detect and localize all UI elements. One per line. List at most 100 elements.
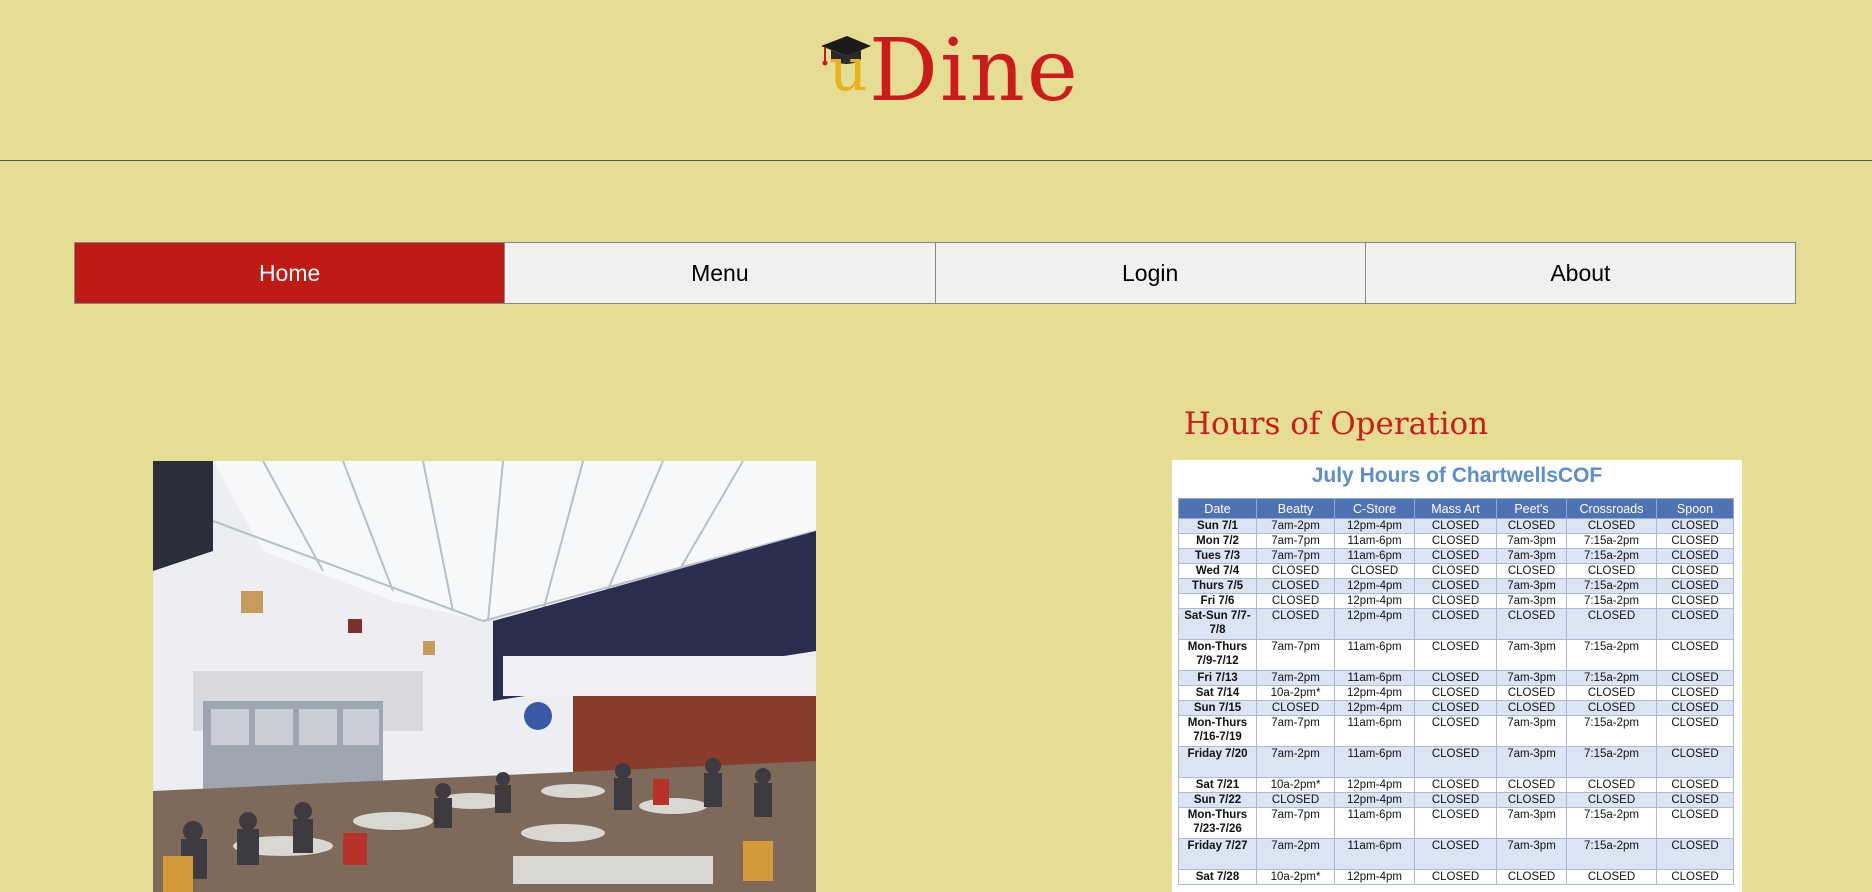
hours-cell: 7am-2pm [1256,746,1335,778]
hours-cell: CLOSED [1256,608,1335,640]
hours-cell: 7am-3pm [1496,746,1567,778]
hours-cell: 7:15a-2pm [1566,838,1657,870]
date-cell: Mon 7/2 [1178,533,1257,549]
hours-cell: 7am-3pm [1496,639,1567,671]
udine-logo[interactable]: u Dine [815,22,1078,122]
table-row: Fri 7/6 CLOSED 12pm-4pm CLOSED 7am-3pm 7:15a-… [1178,593,1734,609]
hours-cell: CLOSED [1656,593,1734,609]
logo-word-dine: Dine [869,21,1080,121]
hours-cell: CLOSED [1496,608,1567,640]
hours-cell: 7am-3pm [1496,715,1567,747]
hours-cell: CLOSED [1656,639,1734,671]
date-cell: Sat 7/14 [1178,685,1257,701]
date-cell: Tues 7/3 [1178,548,1257,564]
hours-cell: CLOSED [1414,777,1497,793]
table-row: Mon 7/2 7am-7pm 11am-6pm CLOSED 7am-3pm 7:15a… [1178,533,1734,549]
hours-cell: CLOSED [1256,578,1335,594]
table-row: Sat 7/21 10a-2pm* 12pm-4pm CLOSED CLOSED CLOS… [1178,777,1734,793]
hours-cell: CLOSED [1656,670,1734,686]
hours-cell: 12pm-4pm [1334,700,1415,716]
hours-cell: 7am-2pm [1256,518,1335,534]
hours-cell: CLOSED [1656,700,1734,716]
date-cell: Thurs 7/5 [1178,578,1257,594]
hours-cell: CLOSED [1414,533,1497,549]
hours-cell: 12pm-4pm [1334,608,1415,640]
hours-cell: CLOSED [1656,533,1734,549]
hours-cell: CLOSED [1656,563,1734,579]
hours-cell: CLOSED [1656,578,1734,594]
hours-cell: CLOSED [1656,869,1734,885]
hours-cell: 10a-2pm* [1256,869,1335,885]
nav-menu[interactable]: Menu [504,243,935,303]
hours-cell: CLOSED [1566,518,1657,534]
logo-letter-u: u [829,35,868,105]
date-cell: Sat 7/21 [1178,777,1257,793]
date-cell: Mon-Thurs 7/9-7/12 [1178,639,1257,671]
hours-cell: CLOSED [1656,746,1734,778]
hours-cell: 11am-6pm [1334,639,1415,671]
hours-cell: CLOSED [1656,548,1734,564]
column-header: Crossroads [1566,498,1657,519]
hours-cell: CLOSED [1656,608,1734,640]
table-row: Mon-Thurs 7/23-7/26 7am-7pm 11am-6pm CLOSED… [1178,807,1734,839]
main-nav: Home Menu Login About [74,242,1796,304]
hours-cell: 12pm-4pm [1334,518,1415,534]
hours-cell: 7am-3pm [1496,670,1567,686]
hours-cell: 7am-2pm [1256,838,1335,870]
date-cell: Mon-Thurs 7/23-7/26 [1178,807,1257,839]
table-row: Sat-Sun 7/7-7/8 CLOSED 12pm-4pm CLOSED CLOSE… [1178,608,1734,640]
column-header: Date [1178,498,1257,519]
hours-cell: 12pm-4pm [1334,593,1415,609]
hours-cell: 7:15a-2pm [1566,578,1657,594]
hours-cell: CLOSED [1414,685,1497,701]
table-row: Wed 7/4 CLOSED CLOSED CLOSED CLOSED CLOSED CLO… [1178,563,1734,579]
hours-cell: CLOSED [1656,685,1734,701]
hours-cell: CLOSED [1256,593,1335,609]
hours-cell: 7am-7pm [1256,715,1335,747]
hours-cell: CLOSED [1414,563,1497,579]
table-row: Friday 7/20 7am-2pm 11am-6pm CLOSED 7am-3pm 7… [1178,746,1734,778]
table-row: Sun 7/15 CLOSED 12pm-4pm CLOSED CLOSED CLOSED… [1178,700,1734,716]
column-header: Peet's [1496,498,1567,519]
table-row: Friday 7/27 7am-2pm 11am-6pm CLOSED 7am-3pm 7… [1178,838,1734,870]
date-cell: Sat-Sun 7/7-7/8 [1178,608,1257,640]
nav-about[interactable]: About [1364,243,1795,303]
hours-cell: 11am-6pm [1334,533,1415,549]
schedule-title: July Hours of ChartwellsCOF [1311,464,1603,487]
date-cell: Fri 7/6 [1178,593,1257,609]
hours-cell: CLOSED [1414,700,1497,716]
date-cell: Friday 7/27 [1178,838,1257,870]
hours-cell: 7am-3pm [1496,533,1567,549]
hours-cell: CLOSED [1656,715,1734,747]
hours-cell: 7am-7pm [1256,807,1335,839]
date-cell: Sun 7/22 [1178,792,1257,808]
table-row: Sat 7/28 10a-2pm* 12pm-4pm CLOSED CLOSED CLOS… [1178,869,1734,885]
hours-cell: 7am-3pm [1496,807,1567,839]
hours-cell: CLOSED [1566,563,1657,579]
nav-home[interactable]: Home [75,243,505,303]
hours-cell: 12pm-4pm [1334,792,1415,808]
nav-login[interactable]: Login [934,243,1365,303]
hours-cell: CLOSED [1496,777,1567,793]
hours-cell: CLOSED [1256,792,1335,808]
date-cell: Wed 7/4 [1178,563,1257,579]
hours-cell: CLOSED [1414,792,1497,808]
hours-cell: CLOSED [1566,700,1657,716]
hours-cell: 7am-7pm [1256,639,1335,671]
hours-cell: CLOSED [1414,548,1497,564]
table-row: Sat 7/14 10a-2pm* 12pm-4pm CLOSED CLOSED CLOS… [1178,685,1734,701]
column-header: Spoon [1656,498,1734,519]
hours-cell: CLOSED [1414,807,1497,839]
hours-cell: 12pm-4pm [1334,685,1415,701]
hours-cell: CLOSED [1414,578,1497,594]
date-cell: Fri 7/13 [1178,670,1257,686]
table-header-row: Date Beatty C-Store Mass Art Peet's Cros… [1178,498,1734,519]
hours-cell: 10a-2pm* [1256,777,1335,793]
hours-cell: CLOSED [1566,869,1657,885]
hours-cell: 11am-6pm [1334,807,1415,839]
dining-hall-photo [153,461,816,892]
hours-heading: Hours of Operation [1184,406,1489,442]
hours-cell: 7:15a-2pm [1566,639,1657,671]
hours-table-body: Sun 7/1 7am-2pm 12pm-4pm CLOSED CLOSED CLOSED… [1178,518,1734,885]
hours-cell: 7am-3pm [1496,548,1567,564]
